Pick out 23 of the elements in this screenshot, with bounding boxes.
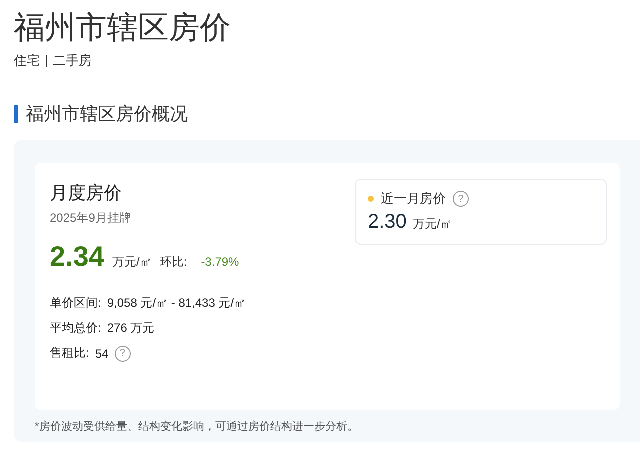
price-unit: 万元/㎡ bbox=[112, 254, 152, 271]
detail-label: 平均总价: bbox=[50, 320, 102, 337]
footnote: *房价波动受供给量、结构变化影响，可通过房价结构进一步分析。 bbox=[35, 420, 360, 434]
category-tag: 住宅 bbox=[14, 52, 40, 70]
detail-label: 售租比: bbox=[50, 345, 90, 362]
recent-price-label: 近一月房价 bbox=[381, 190, 446, 208]
average-price: 2.34 bbox=[50, 241, 104, 273]
change-label: 环比: bbox=[160, 254, 188, 271]
detail-label: 单价区间: bbox=[50, 295, 102, 312]
recent-price: 2.30 bbox=[368, 211, 407, 234]
change-value: -3.79% bbox=[201, 255, 240, 269]
help-icon[interactable]: ? bbox=[453, 191, 469, 207]
card-title: 月度房价 bbox=[50, 182, 123, 205]
detail-value: 276 万元 bbox=[107, 320, 155, 337]
detail-value: 9,058 元/㎡ - 81,433 元/㎡ bbox=[107, 295, 246, 312]
dot-icon bbox=[368, 196, 374, 202]
price-unit: 万元/㎡ bbox=[412, 216, 452, 233]
page-title: 福州市辖区房价 bbox=[14, 9, 232, 47]
detail-value: 54 bbox=[95, 346, 109, 360]
section-title: 福州市辖区房价概况 bbox=[26, 103, 188, 126]
listing-date: 2025年9月挂牌 bbox=[50, 210, 132, 227]
help-icon[interactable]: ? bbox=[114, 346, 131, 362]
category-tag: 二手房 bbox=[53, 52, 92, 70]
